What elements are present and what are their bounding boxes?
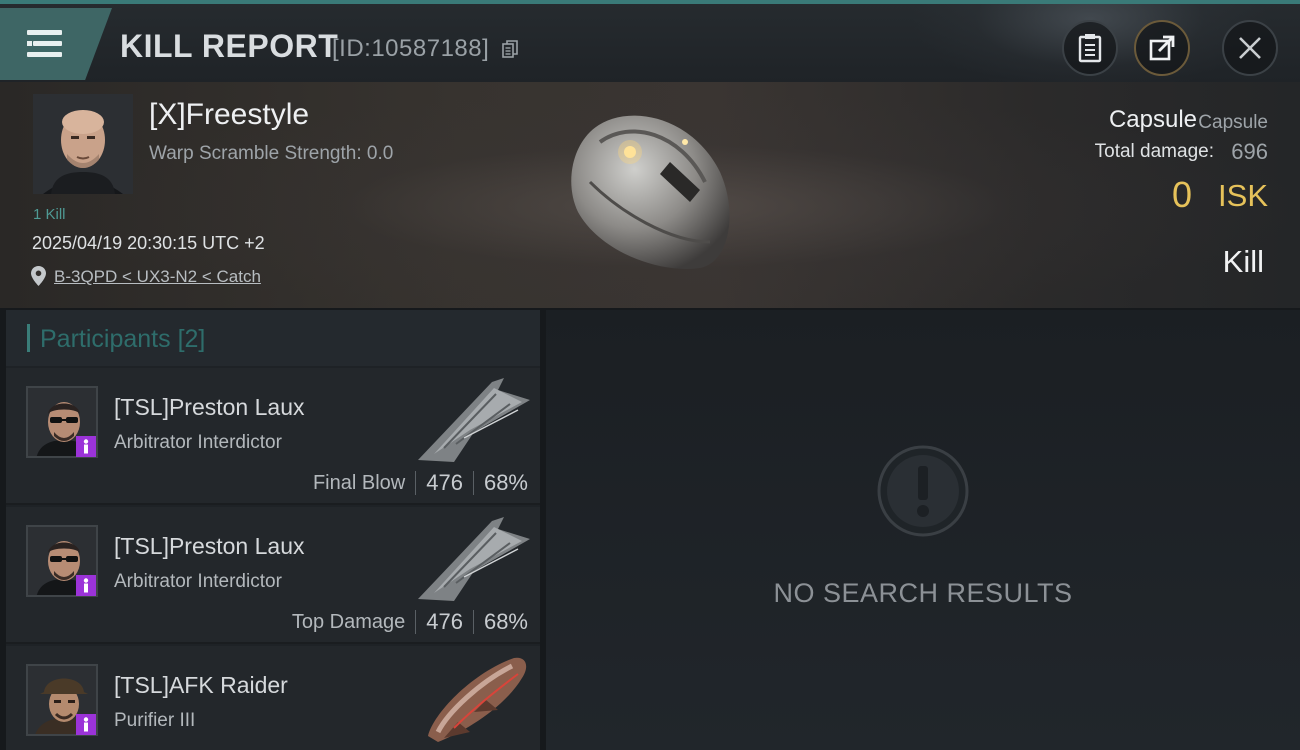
victim-ship-type: Capsule (1198, 112, 1268, 133)
participant-tag: Top Damage (291, 610, 406, 633)
location-pin-icon (31, 266, 46, 286)
participants-header[interactable]: Participants [2] (6, 310, 540, 366)
exclamation-icon (877, 445, 969, 537)
faction-badge (76, 714, 96, 735)
close-button[interactable] (1222, 20, 1278, 76)
victim-name[interactable]: [X]Freestyle (149, 98, 309, 132)
participant-name[interactable]: [TSL]Preston Laux (114, 533, 305, 560)
participants-count: [2] (177, 325, 206, 353)
page-title: KILL REPORT (120, 28, 339, 64)
copy-icon[interactable] (502, 40, 518, 59)
clipboard-button[interactable] (1062, 20, 1118, 76)
participant-ship: Purifier III (114, 710, 196, 731)
participant-name[interactable]: [TSL]Preston Laux (114, 394, 305, 421)
participant-row[interactable]: [TSL]Preston Laux Arbitrator Interdictor… (6, 368, 540, 505)
participant-damage: 476 (426, 470, 463, 495)
participant-tag: Final Blow (312, 471, 406, 494)
isk-unit: ISK (1218, 178, 1268, 213)
participant-stats: Top Damage 476 68% (292, 609, 528, 635)
total-damage-value: 696 (1231, 139, 1268, 164)
kill-result-label: Kill (1222, 244, 1264, 279)
report-id: [ID:10587188] (332, 35, 490, 62)
participant-stats: Final Blow 476 68% (313, 470, 528, 496)
search-results-pane: NO SEARCH RESULTS (546, 310, 1300, 750)
faction-badge (76, 575, 96, 596)
person-icon (83, 717, 89, 732)
participant-name[interactable]: [TSL]AFK Raider (114, 672, 288, 699)
header-accent (27, 324, 30, 352)
participants-label: Participants (40, 325, 171, 353)
isk-value: 0 (1171, 174, 1192, 215)
victim-banner: [X]Freestyle Warp Scramble Strength: 0.0… (0, 82, 1300, 308)
participant-row[interactable]: [TSL]Preston Laux Arbitrator Interdictor… (6, 507, 540, 644)
participant-row[interactable]: [TSL]AFK Raider Purifier III (6, 646, 540, 750)
menu-button[interactable] (0, 8, 112, 80)
share-button[interactable] (1134, 20, 1190, 76)
participants-panel: Participants [2] [TSL]Preston Laux Arbit… (6, 310, 540, 750)
person-icon (83, 578, 89, 593)
kill-count: 1 Kill (33, 206, 66, 223)
person-icon (83, 439, 89, 454)
participant-ship: Arbitrator Interdictor (114, 432, 282, 453)
arbitrator-ship-image (418, 517, 530, 601)
faction-badge (76, 436, 96, 457)
participant-percent: 68% (483, 470, 528, 495)
participant-damage: 476 (426, 609, 463, 634)
total-damage-label: Total damage: (1094, 141, 1214, 162)
header-bar: KILL REPORT [ID:10587188] (0, 0, 1300, 82)
victim-ship-name: Capsule (1108, 106, 1197, 133)
kill-datetime: 2025/04/19 20:30:15 UTC +2 (32, 233, 265, 253)
location-link[interactable]: B-3QPD < UX3-N2 < Catch (54, 267, 261, 287)
capsule-ship-image (571, 115, 730, 269)
participant-ship: Arbitrator Interdictor (114, 571, 282, 592)
purifier-ship-image (428, 657, 527, 742)
victim-portrait[interactable] (33, 94, 133, 194)
clipboard-icon (1078, 34, 1102, 63)
arbitrator-ship-image (418, 378, 530, 462)
share-icon (1149, 35, 1175, 61)
close-icon (1239, 37, 1261, 59)
participant-percent: 68% (483, 609, 528, 634)
no-results-message: NO SEARCH RESULTS (773, 578, 1073, 608)
warp-scramble-strength: Warp Scramble Strength: 0.0 (149, 143, 394, 164)
